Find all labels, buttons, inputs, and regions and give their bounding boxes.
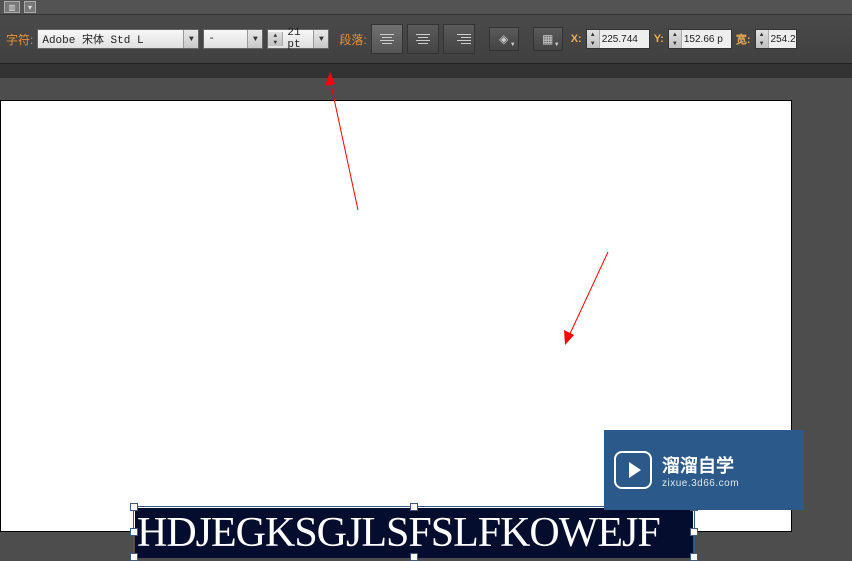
resize-handle[interactable] xyxy=(690,553,698,561)
resize-handle[interactable] xyxy=(130,503,138,511)
font-family-dropdown[interactable]: Adobe 宋体 Std L ▼ xyxy=(37,29,199,49)
align-center-button[interactable] xyxy=(407,24,439,54)
font-size-spinner[interactable]: ▲▼ xyxy=(268,32,283,46)
play-icon xyxy=(614,451,652,489)
y-coordinate-input[interactable]: ▲▼ 152.66 p xyxy=(668,29,732,49)
text-content[interactable]: HDJEGKSGJLSFSLFKOWEJF xyxy=(135,508,693,558)
x-coordinate-input[interactable]: ▲▼ 225.744 xyxy=(586,29,650,49)
view-mode-icon[interactable]: ▾ xyxy=(24,1,36,13)
x-label: X: xyxy=(571,33,582,45)
layout-icon[interactable]: ▥ xyxy=(4,1,20,13)
menubar: ▥ ▾ xyxy=(0,0,852,15)
symbol-menu-button[interactable]: ◈▼ xyxy=(489,27,519,51)
chevron-down-icon: ▼ xyxy=(313,30,328,48)
font-style-dropdown[interactable]: - ▼ xyxy=(203,29,263,49)
text-options-toolbar: 字符: Adobe 宋体 Std L ▼ - ▼ ▲▼ 21 pt ▼ 段落: … xyxy=(0,15,852,64)
resize-handle[interactable] xyxy=(690,528,698,536)
resize-handle[interactable] xyxy=(410,503,418,511)
width-label: 宽: xyxy=(736,31,751,47)
resize-handle[interactable] xyxy=(130,528,138,536)
align-right-button[interactable] xyxy=(443,24,475,54)
resize-handle[interactable] xyxy=(130,553,138,561)
watermark: 溜溜自学 zixue.3d66.com xyxy=(604,430,804,510)
watermark-url: zixue.3d66.com xyxy=(662,478,739,489)
align-left-button[interactable] xyxy=(371,24,403,54)
width-coordinate-input[interactable]: ▲▼ 254.264 xyxy=(755,29,797,49)
resize-handle[interactable] xyxy=(410,553,418,561)
y-label: Y: xyxy=(654,33,664,45)
watermark-title: 溜溜自学 xyxy=(662,452,739,478)
paragraph-label: 段落: xyxy=(339,31,366,48)
chevron-down-icon: ▼ xyxy=(183,30,198,48)
tabstrip xyxy=(0,64,852,78)
text-frame[interactable]: HDJEGKSGJLSFSLFKOWEJF xyxy=(133,506,695,558)
grid-menu-button[interactable]: ▦▼ xyxy=(533,27,563,51)
font-size-dropdown[interactable]: ▲▼ 21 pt ▼ xyxy=(267,29,329,49)
chevron-down-icon: ▼ xyxy=(247,30,262,48)
character-label: 字符: xyxy=(6,31,33,48)
